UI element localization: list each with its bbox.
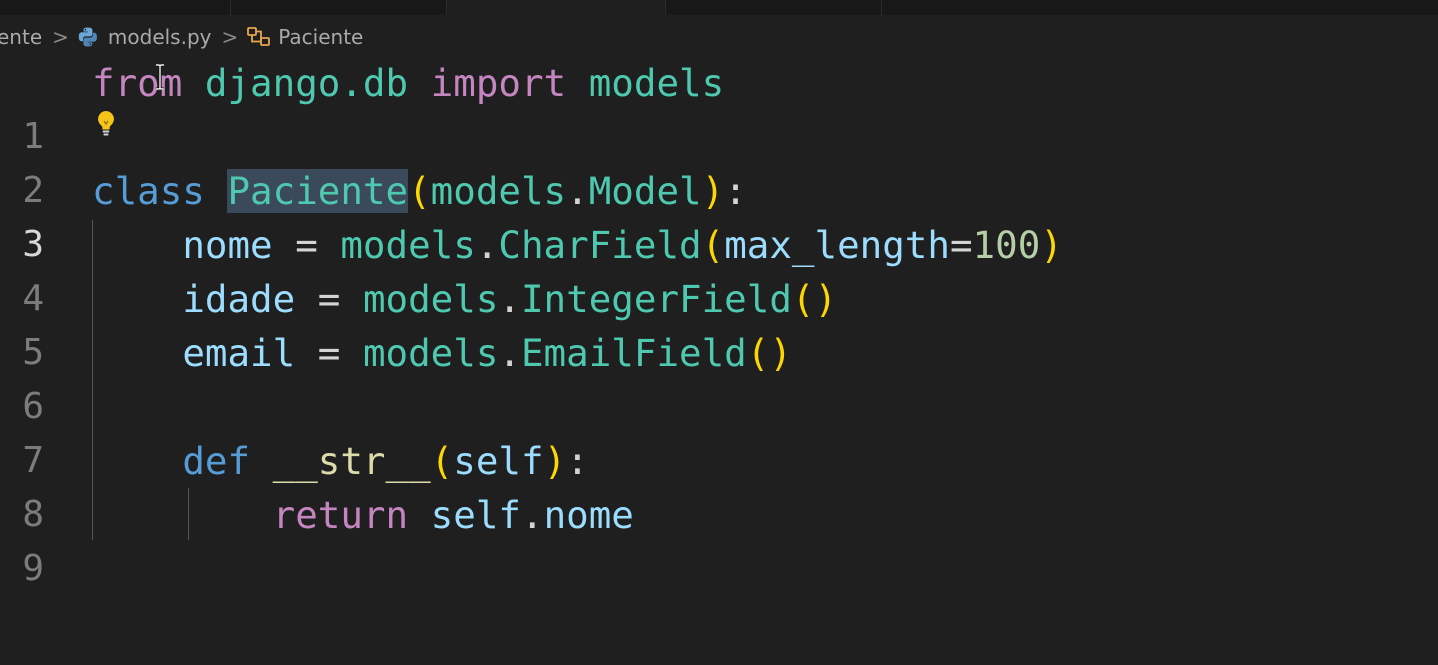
breadcrumb: ente > models.py > Paciente [0,18,1438,56]
python-file-icon [78,27,97,47]
keyword-def: def [182,439,251,483]
code-line: 1 from django.db import models [0,56,1438,157]
lightbulb-icon[interactable] [94,109,118,137]
breadcrumb-separator: > [52,25,69,49]
close-paren: ) [543,439,567,483]
keyword-return: return [272,493,409,537]
module-ref: models [362,331,499,375]
line-content: class Paciente(models.Model): [92,164,747,218]
open-paren: ( [430,439,454,483]
code-editor[interactable]: 1 from django.db import models 2 3 class… [0,56,1438,665]
base-module: models [430,169,567,213]
assign: = [295,223,318,267]
field-class: IntegerField [520,277,792,321]
module-ref: models [340,223,476,267]
code-line: 8 def __str__(self): [0,434,1438,535]
line-content: from django.db import models [92,56,724,110]
close-paren: ) [701,169,725,213]
open-paren: ( [791,277,815,321]
kwarg-equals: = [949,223,973,267]
field-name: nome [182,223,273,267]
assign: = [317,331,341,375]
close-paren: ) [814,277,838,321]
close-paren: ) [769,331,792,375]
close-paren: ) [1040,223,1063,267]
breadcrumb-file-label: models.py [107,25,212,49]
code-line: 2 [0,110,1438,211]
line-number: 9 [22,548,44,589]
keyword-import: import [430,61,567,105]
tab-active[interactable] [447,0,666,15]
code-line-current: 3 class Paciente(models.Model): [0,164,1438,265]
indent-guide [92,220,93,540]
text-cursor-icon [156,64,164,90]
breadcrumb-symbol-label: Paciente [278,25,364,49]
base-class: Model [588,169,702,213]
code-line: 5 idade = models.IntegerField() [0,272,1438,373]
dot: . [520,493,544,537]
tab[interactable] [231,0,447,15]
line-content: email = models.EmailField() [92,326,792,380]
class-name-highlighted[interactable]: Paciente [227,169,409,213]
line-content: nome = models.CharField(max_length=100) [92,218,1063,272]
line-content: return self.nome [92,488,634,542]
field-class: EmailField [520,331,747,375]
code-line: 6 email = models.EmailField() [0,326,1438,427]
dot: . [475,223,499,267]
assign: = [317,277,341,321]
line-content: idade = models.IntegerField() [92,272,837,326]
keyword-from: from [92,61,183,105]
field-name: email [182,331,296,375]
number-literal: 100 [972,223,1041,267]
breadcrumb-symbol[interactable]: Paciente [246,25,363,49]
module-name: django.db [204,61,409,105]
function-name: __str__ [272,439,431,483]
code-line: 9 return self.nome [0,488,1438,589]
editor-tab-bar [0,0,1438,15]
tab[interactable] [666,0,882,15]
imported-name: models [588,61,725,105]
dot: . [498,331,521,375]
kwarg-name: max_length [724,223,950,267]
colon: : [724,169,747,213]
breadcrumb-separator: > [221,25,239,49]
open-paren: ( [408,169,431,213]
keyword-class: class [92,169,205,213]
tab-bar-empty [882,0,1438,15]
parameter: self [453,439,544,483]
colon: : [566,439,589,483]
breadcrumb-folder[interactable]: ente [0,25,42,49]
field-name: idade [182,277,296,321]
open-paren: ( [746,331,770,375]
attribute: nome [543,493,634,537]
field-class: CharField [498,223,702,267]
class-symbol-icon [247,27,271,46]
self-ref: self [430,493,521,537]
dot: . [498,277,521,321]
module-ref: models [362,277,499,321]
line-content: def __str__(self): [92,434,589,488]
code-line: 7 [0,380,1438,481]
open-paren: ( [701,223,725,267]
dot: . [566,169,589,213]
indent-guide [188,488,189,540]
code-line: 4 nome = models.CharField(max_length=100… [0,218,1438,319]
breadcrumb-file[interactable]: models.py [77,25,212,49]
tab[interactable] [0,0,231,15]
